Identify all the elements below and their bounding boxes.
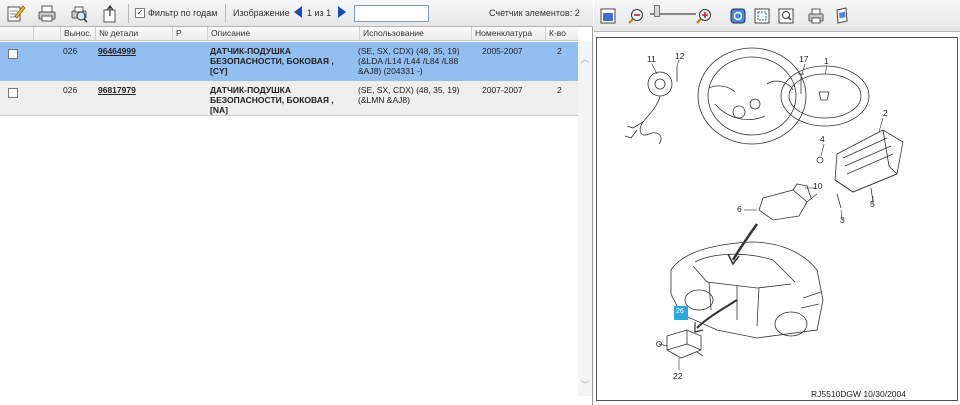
description-cell: ДАТЧИК-ПОДУШКА БЕЗОПАСНОСТИ, БОКОВАЯ , [… bbox=[210, 46, 334, 76]
prev-image-button[interactable] bbox=[294, 6, 302, 18]
image-label: Изображение bbox=[233, 8, 290, 18]
callout-label[interactable]: 4 bbox=[820, 134, 825, 144]
image-viewer-pane: 11 12 17 1 2 4 10 6 3 5 26 22 RJ5510DGW … bbox=[594, 0, 960, 405]
column-header-part-number[interactable]: № детали bbox=[95, 27, 172, 41]
part-number-link[interactable]: 96464999 bbox=[98, 46, 136, 56]
item-count-label: Счетчик элементов: 2 bbox=[489, 8, 580, 18]
row-checkbox[interactable] bbox=[8, 88, 18, 98]
callout-label[interactable]: 17 bbox=[799, 54, 808, 64]
table-row[interactable]: 026 96464999 ДАТЧИК-ПОДУШКА БЕЗОПАСНОСТИ… bbox=[0, 42, 578, 81]
airbag-system-illustration bbox=[624, 47, 904, 370]
fit-page-icon[interactable] bbox=[598, 6, 618, 26]
qty-cell: 2 bbox=[557, 85, 562, 95]
callout-label[interactable]: 1 bbox=[824, 56, 829, 66]
list-toolbar: ✓ Фильтр по годам Изображение 1 из 1 Сче… bbox=[0, 0, 593, 27]
callout-cell: 026 bbox=[63, 85, 78, 95]
print-image-icon[interactable] bbox=[806, 6, 826, 26]
table-row[interactable]: 026 96817979 ДАТЧИК-ПОДУШКА БЕЗОПАСНОСТИ… bbox=[0, 81, 578, 115]
parts-catalog-window: ✓ Фильтр по годам Изображение 1 из 1 Сче… bbox=[0, 0, 960, 405]
print-icon[interactable] bbox=[36, 3, 58, 24]
print-preview-icon[interactable] bbox=[68, 3, 90, 24]
usage-cell: (SE, SX, CDX) (48, 35, 19) (&LDA /L14 /L… bbox=[358, 46, 460, 76]
parts-list-pane: ✓ Фильтр по годам Изображение 1 из 1 Сче… bbox=[0, 0, 593, 405]
select-region-icon[interactable] bbox=[752, 6, 772, 26]
toolbar-separator bbox=[225, 4, 226, 23]
callout-label[interactable]: 11 bbox=[647, 54, 656, 64]
column-header-nomenclature[interactable]: Номенклатура bbox=[471, 27, 545, 41]
callout-label[interactable]: 6 bbox=[737, 204, 742, 214]
bookmark-icon[interactable] bbox=[832, 6, 852, 26]
parts-diagram[interactable]: 11 12 17 1 2 4 10 6 3 5 26 22 RJ5510DGW … bbox=[596, 37, 958, 401]
image-toolbar bbox=[594, 0, 960, 32]
column-header-callout[interactable]: Вынос. bbox=[60, 27, 95, 41]
zoom-slider-handle[interactable] bbox=[654, 5, 660, 17]
diagram-reference-code: RJ5510DGW 10/30/2004 bbox=[811, 389, 906, 399]
toolbar-separator bbox=[128, 4, 129, 23]
edit-icon[interactable] bbox=[5, 3, 27, 24]
callout-cell: 026 bbox=[63, 46, 78, 56]
export-icon[interactable] bbox=[99, 3, 121, 24]
nomenclature-cell: 2007-2007 bbox=[482, 85, 523, 95]
part-number-link[interactable]: 96817979 bbox=[98, 85, 136, 95]
search-input[interactable] bbox=[354, 5, 429, 22]
callout-label[interactable]: 5 bbox=[870, 199, 875, 209]
callout-label[interactable]: 10 bbox=[813, 181, 822, 191]
table-header: Вынос. № детали P Описание Использование… bbox=[0, 27, 578, 41]
year-filter-checkbox[interactable]: ✓ bbox=[135, 8, 145, 18]
scroll-up-arrow-icon[interactable]: ︿ bbox=[580, 54, 590, 64]
column-header-qty[interactable]: К-во bbox=[545, 27, 578, 41]
callout-label[interactable]: 22 bbox=[673, 371, 682, 381]
callout-label[interactable]: 26 bbox=[676, 308, 684, 315]
table-divider bbox=[0, 115, 578, 116]
zoom-in-icon[interactable] bbox=[694, 6, 714, 26]
callout-label[interactable]: 3 bbox=[840, 215, 845, 225]
column-header-description[interactable]: Описание bbox=[207, 27, 359, 41]
callout-label[interactable]: 2 bbox=[883, 108, 888, 118]
scroll-down-arrow-icon[interactable]: ﹀ bbox=[580, 380, 590, 390]
list-vertical-scrollbar[interactable]: ︿ ﹀ bbox=[578, 42, 592, 396]
qty-cell: 2 bbox=[557, 46, 562, 56]
description-cell: ДАТЧИК-ПОДУШКА БЕЗОПАСНОСТИ, БОКОВАЯ , [… bbox=[210, 85, 334, 115]
column-header-spacer bbox=[33, 27, 60, 41]
nomenclature-cell: 2005-2007 bbox=[482, 46, 523, 56]
page-indicator: 1 из 1 bbox=[307, 8, 332, 18]
row-checkbox[interactable] bbox=[8, 49, 18, 59]
year-filter-label: Фильтр по годам bbox=[148, 8, 218, 18]
zoom-region-icon[interactable] bbox=[776, 6, 796, 26]
column-header-p[interactable]: P bbox=[172, 27, 207, 41]
callout-label[interactable]: 12 bbox=[675, 51, 684, 61]
rotate-icon[interactable] bbox=[728, 6, 748, 26]
usage-cell: (SE, SX, CDX) (48, 35, 19) (&LMN &AJ8) bbox=[358, 85, 460, 105]
next-image-button[interactable] bbox=[338, 6, 346, 18]
column-header-usage[interactable]: Использование bbox=[359, 27, 471, 41]
column-header-select[interactable] bbox=[0, 27, 33, 41]
zoom-out-icon[interactable] bbox=[626, 6, 646, 26]
